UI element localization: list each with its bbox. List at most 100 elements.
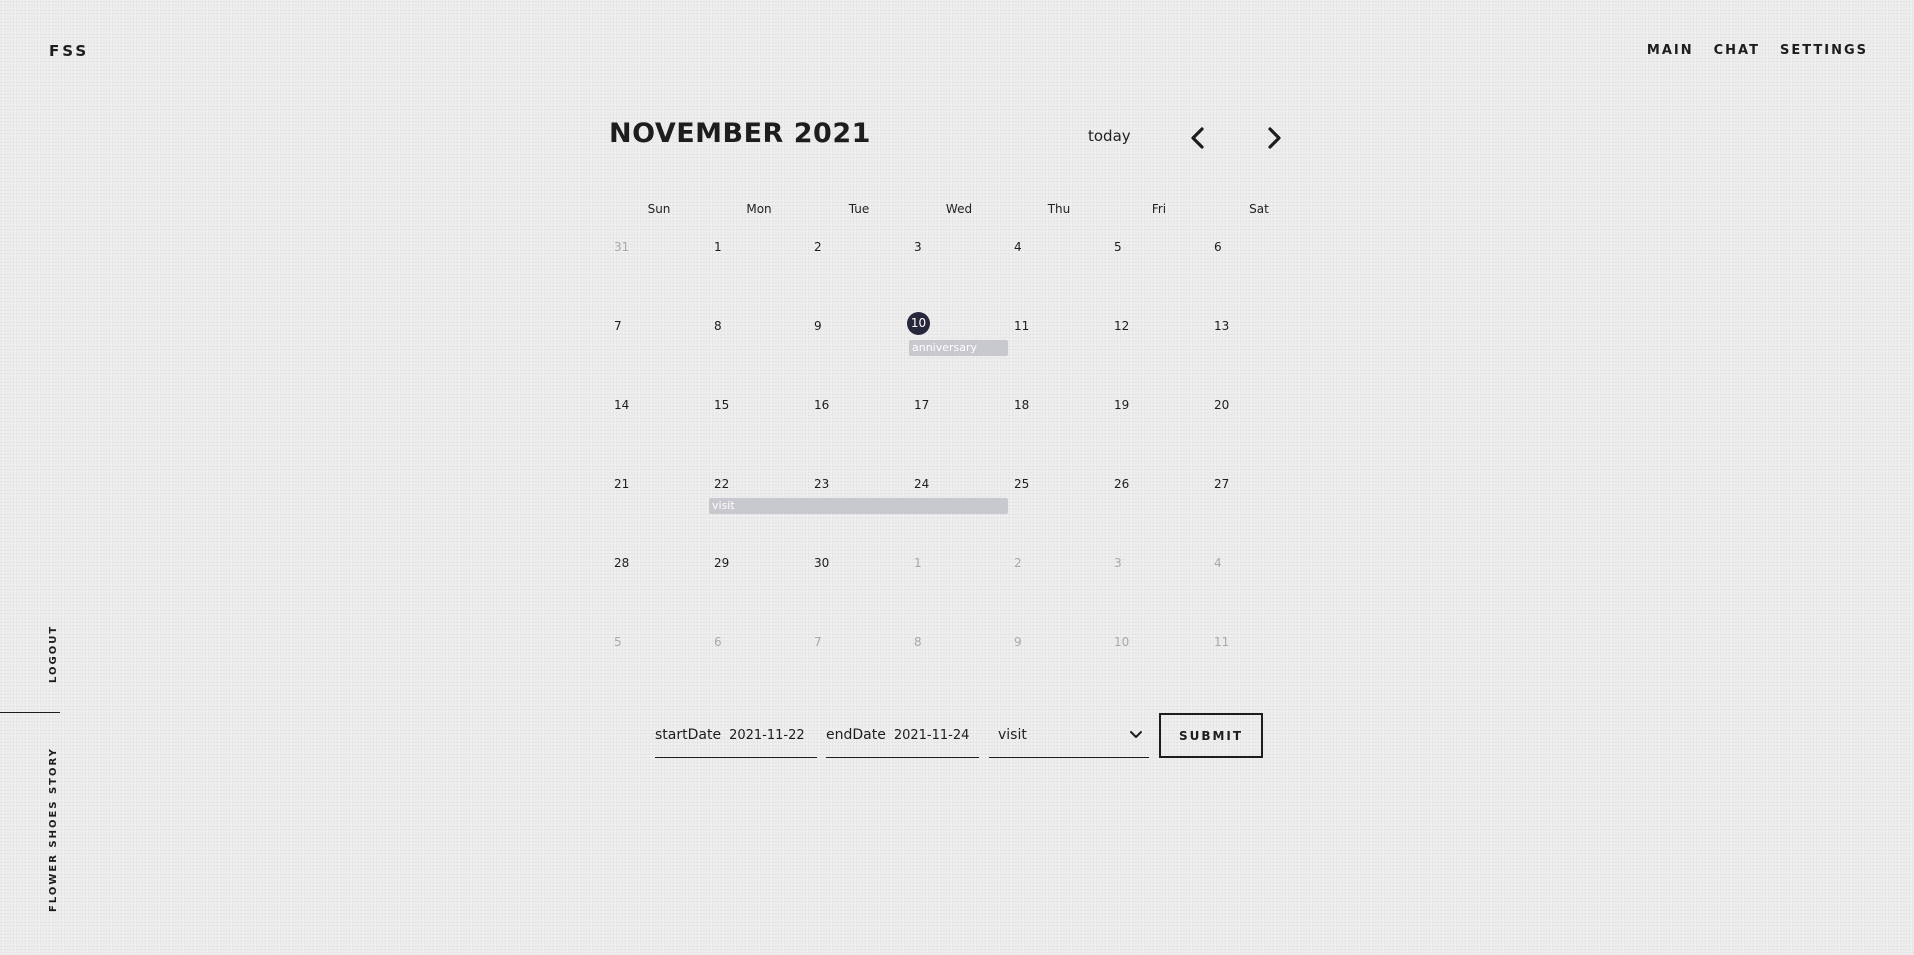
calendar-day[interactable]: 18 (1009, 396, 1109, 475)
calendar-day[interactable]: 14 (609, 396, 709, 475)
weekday-label: Thu (1047, 202, 1071, 216)
calendar-day[interactable]: 21 (609, 475, 709, 554)
weekday-label: Sun (647, 202, 671, 216)
day-number: 7 (614, 319, 622, 333)
page: FSS MAIN CHAT SETTINGS LOGOUT FLOWER SHO… (0, 0, 1914, 955)
calendar-event[interactable]: anniversary (909, 340, 1008, 356)
calendar-day[interactable]: 19 (1109, 396, 1209, 475)
calendar-day[interactable]: 26 (1109, 475, 1209, 554)
weekday-label: Mon (746, 202, 772, 216)
calendar-event[interactable]: visit (709, 498, 1008, 514)
calendar-day[interactable]: 23 (809, 475, 909, 554)
end-date-input[interactable] (893, 727, 974, 743)
calendar-day[interactable]: 17 (909, 396, 1009, 475)
calendar-week-row: 7 8 9 10 11 12 13 anniversary (609, 312, 1309, 396)
calendar-day[interactable]: 6 (1209, 238, 1309, 317)
start-date-label: startDate (655, 727, 722, 743)
day-number: 3 (914, 240, 922, 254)
calendar-day[interactable]: 7 (609, 317, 709, 396)
weekday-label: Sat (1249, 202, 1269, 216)
day-number: 5 (614, 635, 622, 649)
day-number: 1 (914, 556, 922, 570)
day-number: 3 (1114, 556, 1122, 570)
day-number: 9 (814, 319, 822, 333)
logo[interactable]: FSS (49, 42, 89, 60)
calendar-day[interactable]: 1 (909, 554, 1009, 633)
calendar-week-row: 21 22 23 24 25 26 27 visit (609, 475, 1309, 554)
calendar-day[interactable]: 10 (1109, 633, 1209, 712)
chevron-left-icon[interactable] (1185, 124, 1213, 152)
calendar-day[interactable]: 24 (909, 475, 1009, 554)
calendar-day[interactable]: 25 (1009, 475, 1109, 554)
nav-chat-link[interactable]: CHAT (1714, 43, 1760, 58)
day-number: 18 (1014, 398, 1030, 412)
calendar-day[interactable]: 7 (809, 633, 909, 712)
calendar-title: NOVEMBER 2021 (609, 118, 871, 149)
calendar-day[interactable]: 8 (709, 317, 809, 396)
calendar-day[interactable]: 6 (709, 633, 809, 712)
day-number: 14 (614, 398, 630, 412)
calendar-week-row: 31 1 2 3 4 5 6 (609, 238, 1309, 317)
calendar-day[interactable]: 8 (909, 633, 1009, 712)
day-number: 15 (714, 398, 730, 412)
start-date-input[interactable] (729, 727, 810, 743)
day-number: 8 (914, 635, 922, 649)
today-button[interactable]: today (1088, 127, 1131, 145)
day-number: 28 (614, 556, 630, 570)
calendar-day[interactable]: 29 (709, 554, 809, 633)
day-number: 4 (1014, 240, 1022, 254)
calendar-day[interactable]: 12 (1109, 317, 1209, 396)
day-number: 13 (1214, 319, 1230, 333)
calendar-day[interactable]: 2 (809, 238, 909, 317)
chevron-down-icon (1129, 728, 1143, 742)
day-number: 25 (1014, 477, 1030, 491)
calendar-day[interactable]: 5 (609, 633, 709, 712)
day-number: 29 (714, 556, 730, 570)
day-number: 27 (1214, 477, 1230, 491)
calendar-day[interactable]: 9 (809, 317, 909, 396)
flower-shoes-story-link[interactable]: FLOWER SHOES STORY (48, 747, 59, 912)
day-number: 6 (1214, 240, 1222, 254)
weekday-label: Fri (1151, 202, 1167, 216)
day-number: 23 (814, 477, 830, 491)
calendar-day[interactable]: 16 (809, 396, 909, 475)
nav-main-link[interactable]: MAIN (1647, 43, 1694, 58)
chevron-right-icon[interactable] (1259, 124, 1287, 152)
day-number: 19 (1114, 398, 1130, 412)
nav-settings-link[interactable]: SETTINGS (1780, 43, 1868, 58)
calendar-day[interactable]: 4 (1209, 554, 1309, 633)
calendar-day[interactable]: 4 (1009, 238, 1109, 317)
day-number: 7 (814, 635, 822, 649)
calendar-day[interactable]: 11 (1209, 633, 1309, 712)
day-number: 10 (1114, 635, 1130, 649)
calendar-day[interactable]: 1 (709, 238, 809, 317)
calendar-day[interactable]: 3 (909, 238, 1009, 317)
calendar-day[interactable]: 15 (709, 396, 809, 475)
calendar-day[interactable]: 28 (609, 554, 709, 633)
end-date-label: endDate (826, 727, 886, 743)
calendar-day[interactable]: 2 (1009, 554, 1109, 633)
weekday-header: Sun Mon Tue Wed Thu Fri Sat (609, 202, 1309, 216)
submit-button[interactable]: SUBMIT (1159, 713, 1263, 758)
day-number: 11 (1014, 319, 1030, 333)
start-date-field[interactable]: startDate (655, 713, 817, 758)
day-number: 26 (1114, 477, 1130, 491)
calendar-day[interactable]: 22 (709, 475, 809, 554)
calendar-day[interactable]: 9 (1009, 633, 1109, 712)
calendar-day[interactable]: 30 (809, 554, 909, 633)
day-number: 22 (714, 477, 730, 491)
calendar-day[interactable]: 31 (609, 238, 709, 317)
day-number: 17 (914, 398, 930, 412)
logout-link[interactable]: LOGOUT (48, 625, 59, 683)
calendar-day[interactable]: 27 (1209, 475, 1309, 554)
day-number: 24 (914, 477, 930, 491)
end-date-field[interactable]: endDate (826, 713, 979, 758)
calendar-day[interactable]: 13 (1209, 317, 1309, 396)
calendar-day[interactable]: 11 (1009, 317, 1109, 396)
calendar-day[interactable]: 5 (1109, 238, 1209, 317)
calendar-day-today[interactable]: 10 (907, 312, 1009, 396)
calendar-day[interactable]: 20 (1209, 396, 1309, 475)
calendar-day[interactable]: 3 (1109, 554, 1209, 633)
day-number: 16 (814, 398, 830, 412)
event-type-select[interactable]: visit (989, 713, 1149, 758)
